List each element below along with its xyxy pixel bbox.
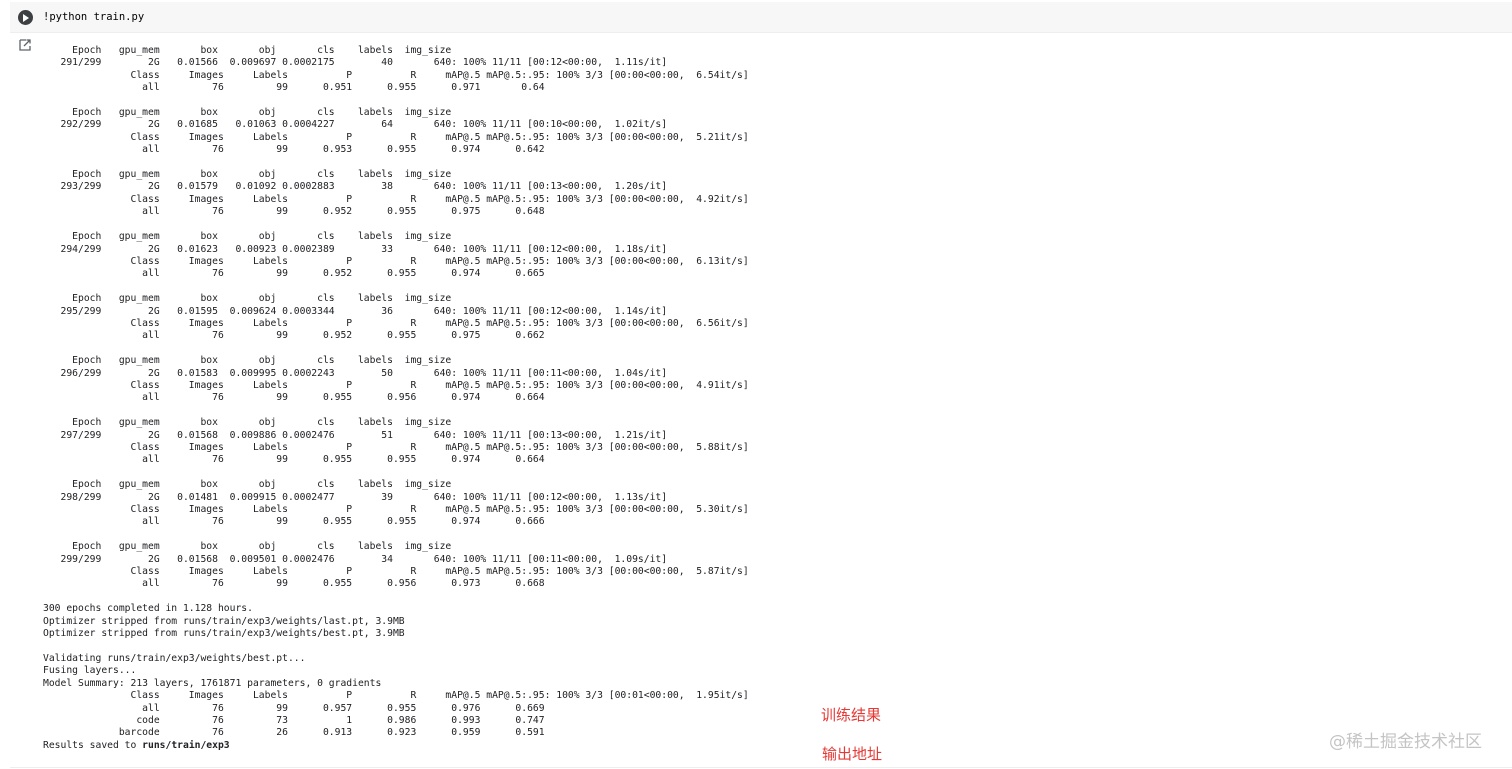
epoch-train-line: 294/299 2G 0.01623 0.00923 0.0002389 33 …	[43, 243, 668, 255]
final-validation-row-barcode: barcode 76 26 0.913 0.923 0.959 0.591	[43, 727, 545, 739]
epoch-header: Epoch gpu_mem box obj cls labels img_siz…	[43, 541, 452, 553]
final-validation-row-code: code 76 73 1 0.986 0.993 0.747	[43, 714, 545, 726]
validation-line: all 76 99 0.955 0.956 0.973 0.668	[43, 578, 545, 590]
validation-header: Class Images Labels P R mAP@.5 mAP@.5:.9…	[43, 442, 749, 453]
epoch-header: Epoch gpu_mem box obj cls labels img_siz…	[43, 231, 452, 243]
epoch-header: Epoch gpu_mem box obj cls labels img_siz…	[43, 45, 452, 56]
validation-line: all 76 99 0.955 0.955 0.974 0.666	[43, 516, 545, 528]
epoch-header: Epoch gpu_mem box obj cls labels img_siz…	[43, 293, 452, 305]
validation-header: Class Images Labels P R mAP@.5 mAP@.5:.9…	[43, 566, 749, 578]
optimizer-stripped-last: Optimizer stripped from runs/train/exp3/…	[43, 615, 405, 627]
epoch-train-line: 299/299 2G 0.01568 0.009501 0.0002476 34…	[43, 553, 668, 565]
completion-message: 300 epochs completed in 1.128 hours.	[43, 603, 253, 615]
training-results-annotation: 训练结果	[821, 706, 882, 724]
play-icon	[23, 13, 29, 22]
code-cell-input[interactable]: !python train.py	[10, 2, 1512, 33]
validation-line: all 76 99 0.955 0.956 0.974 0.664	[43, 392, 545, 404]
final-validation-header: Class Images Labels P R mAP@.5 mAP@.5:.9…	[43, 690, 749, 702]
epoch-train-line: 296/299 2G 0.01583 0.009995 0.0002243 50…	[43, 367, 668, 379]
validation-header: Class Images Labels P R mAP@.5 mAP@.5:.9…	[43, 131, 749, 143]
validation-line: all 76 99 0.951 0.955 0.971 0.64	[43, 82, 545, 94]
epoch-train-line: 298/299 2G 0.01481 0.009915 0.0002477 39…	[43, 491, 668, 503]
final-validation-row-all: all 76 99 0.957 0.955 0.976 0.669	[43, 702, 545, 714]
epoch-train-line: 297/299 2G 0.01568 0.009886 0.0002476 51…	[43, 429, 668, 441]
validation-header: Class Images Labels P R mAP@.5 mAP@.5:.9…	[43, 69, 749, 81]
epoch-header: Epoch gpu_mem box obj cls labels img_siz…	[43, 417, 452, 429]
validation-line: all 76 99 0.952 0.955 0.975 0.648	[43, 206, 545, 218]
epoch-train-line: 292/299 2G 0.01685 0.01063 0.0004227 64 …	[43, 119, 668, 131]
epoch-train-line: 295/299 2G 0.01595 0.009624 0.0003344 36…	[43, 305, 668, 317]
run-cell-button[interactable]	[18, 10, 33, 25]
results-path: runs/train/exp3	[142, 739, 230, 751]
validation-line: all 76 99 0.952 0.955 0.974 0.665	[43, 268, 545, 280]
results-saved-label: Results saved to	[43, 739, 143, 751]
validation-header: Class Images Labels P R mAP@.5 mAP@.5:.9…	[43, 193, 749, 205]
validation-line: all 76 99 0.953 0.955 0.974 0.642	[43, 144, 545, 156]
output-path-annotation: 输出地址	[822, 745, 883, 763]
code-text[interactable]: !python train.py	[43, 10, 144, 24]
validation-header: Class Images Labels P R mAP@.5 mAP@.5:.9…	[43, 379, 749, 391]
epoch-train-line: 293/299 2G 0.01579 0.01092 0.0002883 38 …	[43, 181, 668, 193]
cell-output: Epoch gpu_mem box obj cls labels img_siz…	[43, 45, 943, 752]
epoch-header: Epoch gpu_mem box obj cls labels img_siz…	[43, 169, 452, 181]
validating-message: Validating runs/train/exp3/weights/best.…	[43, 652, 306, 664]
optimizer-stripped-best: Optimizer stripped from runs/train/exp3/…	[43, 628, 405, 640]
validation-header: Class Images Labels P R mAP@.5 mAP@.5:.9…	[43, 504, 749, 516]
output-icon[interactable]	[19, 39, 31, 51]
output-log: Epoch gpu_mem box obj cls labels img_siz…	[43, 45, 943, 752]
validation-header: Class Images Labels P R mAP@.5 mAP@.5:.9…	[43, 255, 749, 267]
epoch-header: Epoch gpu_mem box obj cls labels img_siz…	[43, 479, 452, 491]
epoch-header: Epoch gpu_mem box obj cls labels img_siz…	[43, 355, 452, 367]
epoch-train-line: 291/299 2G 0.01566 0.009697 0.0002175 40…	[43, 57, 668, 69]
fusing-message: Fusing layers...	[43, 665, 137, 677]
cell-divider	[10, 767, 1512, 768]
epoch-header: Epoch gpu_mem box obj cls labels img_siz…	[43, 107, 452, 119]
validation-line: all 76 99 0.952 0.955 0.975 0.662	[43, 330, 545, 342]
model-summary: Model Summary: 213 layers, 1761871 param…	[43, 677, 382, 689]
validation-line: all 76 99 0.955 0.955 0.974 0.664	[43, 454, 545, 466]
watermark: @稀土掘金技术社区	[1329, 732, 1482, 752]
validation-header: Class Images Labels P R mAP@.5 mAP@.5:.9…	[43, 317, 749, 329]
